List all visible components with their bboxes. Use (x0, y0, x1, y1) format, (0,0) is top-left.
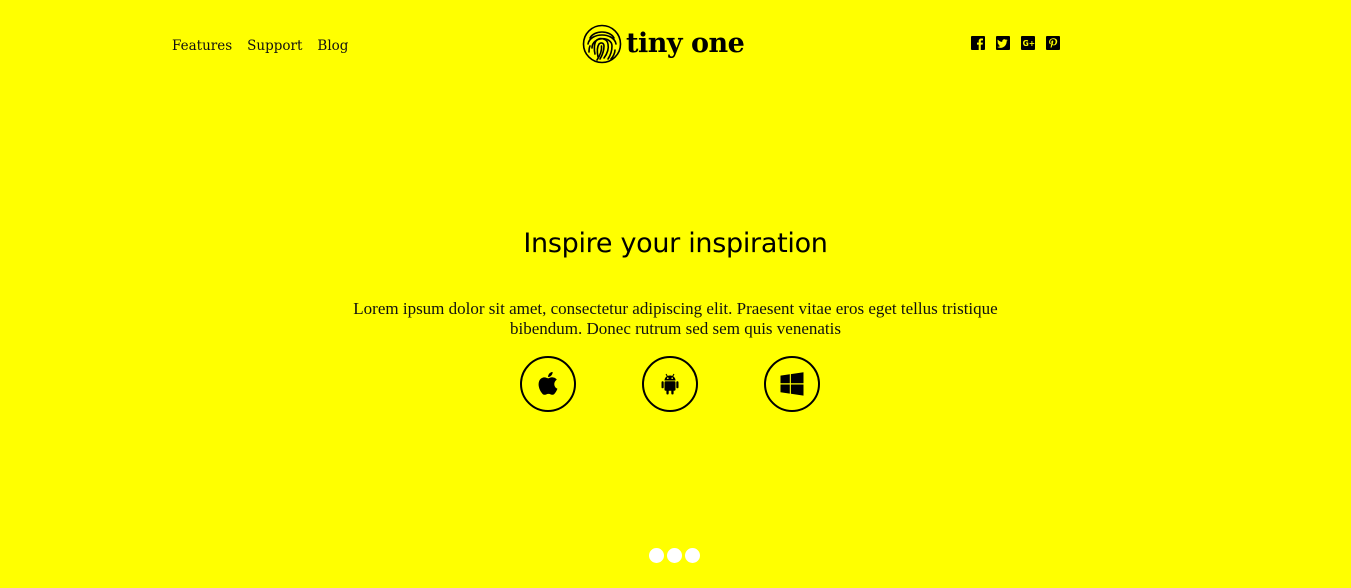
apple-icon (538, 372, 558, 395)
slider-pagination (649, 548, 700, 563)
windows-icon (780, 372, 804, 396)
fingerprint-icon (582, 24, 622, 64)
svg-text:G+: G+ (1023, 39, 1035, 48)
android-store-button[interactable] (642, 356, 698, 412)
windows-store-button[interactable] (764, 356, 820, 412)
facebook-icon[interactable] (970, 35, 986, 51)
platform-buttons (520, 356, 820, 412)
nav-link-support[interactable]: Support (247, 38, 302, 54)
site-header: Features Support Blog tiny one G+ (0, 0, 1351, 90)
main-nav: Features Support Blog (172, 38, 348, 54)
site-logo[interactable]: tiny one (582, 24, 745, 64)
slider-dot[interactable] (685, 548, 700, 563)
logo-text: tiny one (626, 28, 745, 59)
hero-description: Lorem ipsum dolor sit amet, consectetur … (353, 299, 998, 338)
google-plus-icon[interactable]: G+ (1020, 35, 1036, 51)
pinterest-icon[interactable] (1045, 35, 1061, 51)
apple-store-button[interactable] (520, 356, 576, 412)
android-icon (661, 373, 679, 395)
nav-link-blog[interactable]: Blog (317, 38, 348, 54)
hero-title: Inspire your inspiration (523, 228, 828, 259)
social-links: G+ (970, 35, 1061, 51)
nav-link-features[interactable]: Features (172, 38, 232, 54)
slider-dot[interactable] (649, 548, 664, 563)
twitter-icon[interactable] (995, 35, 1011, 51)
slider-dot[interactable] (667, 548, 682, 563)
